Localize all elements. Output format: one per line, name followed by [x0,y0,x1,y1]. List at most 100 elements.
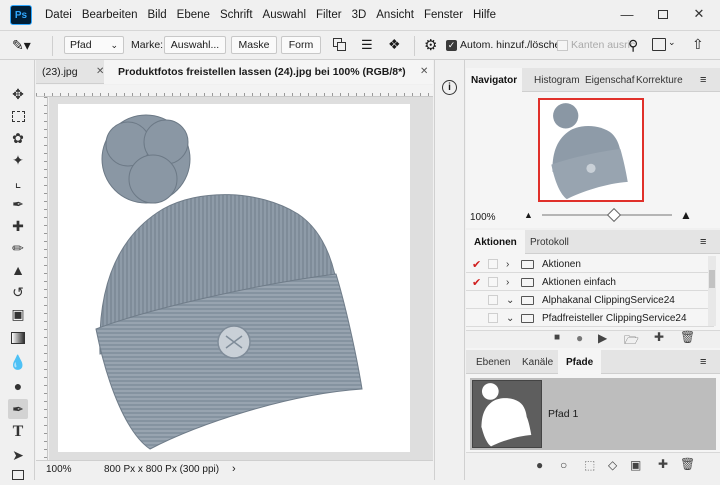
menu-schrift[interactable]: Schrift [215,9,258,21]
mask-button[interactable]: Maske [231,36,277,54]
type-tool-icon[interactable]: T [8,422,28,442]
play-icon[interactable]: ▶ [598,331,607,345]
pen-tool-icon[interactable]: ✒ [8,399,28,419]
gear-icon[interactable]: ⚙ [424,36,437,54]
menu-3d[interactable]: 3D [347,9,372,21]
action-set-row[interactable]: ✔ › Aktionen einfach [466,274,714,291]
new-path-icon[interactable]: ✚ [658,457,668,471]
trash-icon[interactable]: 🗑 [680,330,695,344]
close-button[interactable]: ✕ [682,4,716,24]
stamp-tool-icon[interactable]: ▲ [8,260,28,280]
dialog-toggle[interactable] [488,259,498,269]
share-icon[interactable]: ⇧ [692,36,704,53]
path-row-selected[interactable]: Pfad 1 [470,378,716,450]
chevron-right-icon[interactable]: › [232,463,236,475]
fill-path-icon[interactable]: ● [536,458,543,472]
align-edges-checkbox[interactable] [557,40,568,51]
chevron-down-icon[interactable]: ⌄ [668,37,676,48]
document-canvas[interactable] [58,104,410,452]
chevron-right-icon[interactable]: › [506,277,509,288]
eyedropper-icon[interactable]: ✒ [8,194,28,214]
stop-icon[interactable]: ■ [554,332,560,343]
eraser-tool-icon[interactable]: ▣ [8,304,28,324]
tab-corrections[interactable]: Korrekture [631,68,688,92]
menu-bild[interactable]: Bild [142,9,171,21]
mode-select[interactable]: Pfad ⌄ [64,36,124,54]
chevron-down-icon[interactable]: ⌄ [506,313,514,324]
history-brush-icon[interactable]: ↺ [8,282,28,302]
dialog-toggle[interactable] [488,313,498,323]
crop-tool-icon[interactable]: ⌞ [8,172,28,192]
marquee-tool-icon[interactable] [8,106,28,126]
auto-add-checkbox[interactable]: ✓ [446,40,457,51]
blur-tool-icon[interactable]: 💧 [8,352,28,372]
panel-menu-icon[interactable]: ≡ [700,74,706,86]
stroke-path-icon[interactable]: ○ [560,458,567,472]
new-action-icon[interactable]: ✚ [654,330,664,344]
path-to-selection-icon[interactable]: ⬚ [584,458,595,472]
zoom-slider-thumb[interactable] [606,207,621,223]
menu-auswahl[interactable]: Auswahl [258,9,311,21]
dodge-tool-icon[interactable]: ● [8,376,28,396]
record-icon[interactable]: ● [576,331,583,345]
action-set-row[interactable]: ⌄ Alphakanal ClippingService24 [466,292,714,309]
check-toggle[interactable] [472,295,482,305]
tab-active-document[interactable]: Produktfotos freistellen lassen (24).jpg… [104,60,433,84]
navigator-zoom[interactable]: 100% [470,212,496,223]
tab-actions[interactable]: Aktionen [466,230,525,254]
tab-channels[interactable]: Kanäle [516,350,559,374]
action-set-row[interactable]: ⌄ Pfadfreisteller ClippingService24 [466,310,714,327]
zoom-out-icon[interactable]: ▲ [524,210,533,220]
pen-tool-preset-icon[interactable]: ✎▾ [12,37,31,54]
trash-icon[interactable]: 🗑 [680,457,695,471]
lasso-tool-icon[interactable]: ✿ [8,128,28,148]
maximize-button[interactable] [646,4,680,24]
path-arrangement-icon[interactable]: ❖ [388,36,401,53]
tab-history[interactable]: Protokoll [522,230,577,254]
path-operations-icon[interactable] [333,38,347,52]
path-alignment-icon[interactable]: ☰ [361,37,373,53]
healing-brush-icon[interactable]: ✚ [8,216,28,236]
tab-histogram[interactable]: Histogram [529,68,585,92]
tab-layers[interactable]: Ebenen [470,350,516,374]
navigator-view-frame[interactable] [538,98,644,202]
menu-fenster[interactable]: Fenster [419,9,468,21]
path-selection-icon[interactable]: ➤ [8,445,28,465]
menu-bearbeiten[interactable]: Bearbeiten [77,9,143,21]
actions-scrollbar[interactable] [708,256,716,326]
search-icon[interactable]: ⚲ [628,37,638,54]
action-set-row[interactable]: ✔ › Aktionen [466,256,714,273]
tab-paths[interactable]: Pfade [558,350,602,374]
check-icon[interactable]: ✔ [472,276,481,289]
menu-hilfe[interactable]: Hilfe [468,9,501,21]
chevron-down-icon[interactable]: ⌄ [506,295,514,306]
menu-datei[interactable]: Datei [40,9,77,21]
zoom-in-icon[interactable]: ▲ [680,208,692,222]
check-icon[interactable]: ✔ [472,258,481,271]
tab-prev-document[interactable]: (23).jpg [36,60,104,84]
add-mask-icon[interactable]: ▣ [630,458,641,472]
magic-wand-icon[interactable]: ✦ [8,150,28,170]
menu-ansicht[interactable]: Ansicht [371,9,419,21]
dialog-toggle[interactable] [488,277,498,287]
menu-ebene[interactable]: Ebene [172,9,215,21]
minimize-button[interactable]: — [610,4,644,24]
info-icon[interactable]: i [442,80,457,95]
panel-menu-icon[interactable]: ≡ [700,356,706,368]
shape-tool-icon[interactable] [8,465,28,485]
selection-to-path-icon[interactable]: ◇ [608,458,617,472]
gradient-tool-icon[interactable] [8,328,28,348]
workspace-icon[interactable] [652,38,666,51]
selection-button[interactable]: Auswahl... [164,36,226,54]
shape-button[interactable]: Form [281,36,321,54]
close-icon[interactable]: ✕ [420,66,428,77]
chevron-right-icon[interactable]: › [506,259,509,270]
tab-navigator[interactable]: Navigator [466,68,523,92]
folder-icon[interactable]: 🗁 [624,331,639,352]
move-tool-icon[interactable]: ✥ [8,84,28,104]
dialog-toggle[interactable] [488,295,498,305]
zoom-level[interactable]: 100% [46,464,72,475]
brush-tool-icon[interactable]: ✏ [8,238,28,258]
menu-filter[interactable]: Filter [311,9,347,21]
panel-menu-icon[interactable]: ≡ [700,236,706,248]
